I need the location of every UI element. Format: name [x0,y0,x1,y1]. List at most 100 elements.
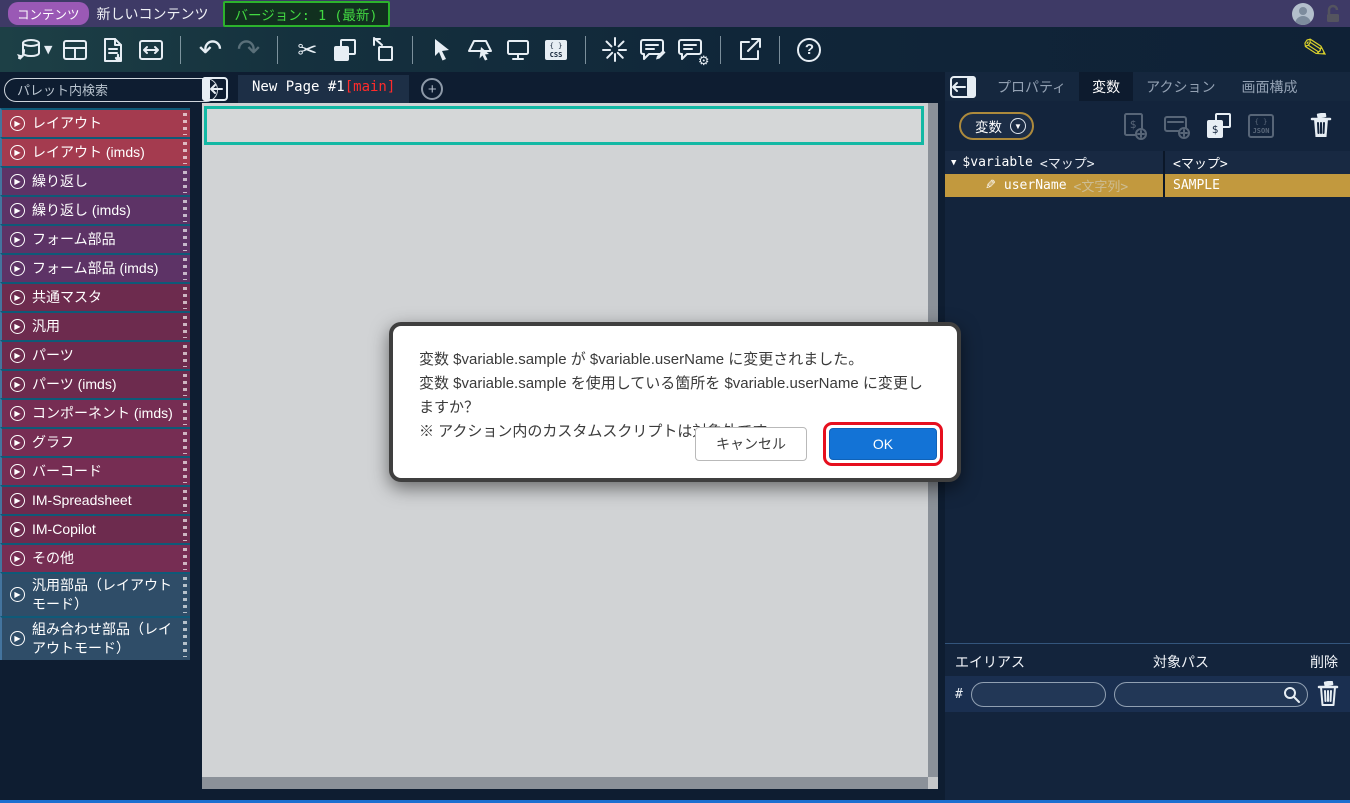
selected-header-element[interactable] [204,106,924,145]
drag-handle[interactable] [183,142,187,164]
css-editor-button[interactable]: { } CSS [537,32,575,68]
tab-properties[interactable]: プロパティ [984,72,1079,101]
palette-category-item[interactable]: ▶ 繰り返し (imds) [0,195,190,224]
variable-root-name: $variable [962,155,1032,170]
resize-width-button[interactable] [132,32,170,68]
edit-variable-pencil-icon[interactable]: ✎ [985,178,996,193]
palette-category-item[interactable]: ▶ 繰り返し [0,166,190,195]
drag-handle[interactable] [183,345,187,367]
drag-handle[interactable] [183,287,187,309]
add-page-button[interactable]: + [421,78,443,100]
palette-category-label: 汎用 [32,317,60,336]
drag-handle[interactable] [183,374,187,396]
paste-button[interactable] [364,32,402,68]
copy-button[interactable] [326,32,364,68]
palette-category-label: 共通マスタ [32,288,102,307]
annotation-highlight-ring: OK [823,422,943,466]
palette-category-item[interactable]: ▶ フォーム部品 (imds) [0,253,190,282]
palette-category-item[interactable]: ▶ レイアウト [0,108,190,137]
palette-category-item[interactable]: ▶ フォーム部品 [0,224,190,253]
export-file-button[interactable] [94,32,132,68]
collapse-panel-icon[interactable] [950,76,976,98]
drag-handle[interactable] [183,200,187,222]
drag-handle[interactable] [183,490,187,512]
drag-handle[interactable] [183,403,187,425]
palette-category-label: 組み合わせ部品（レイアウトモード） [32,620,178,658]
palette-category-item[interactable]: ▶ グラフ [0,427,190,456]
drag-handle[interactable] [183,229,187,251]
drag-handle[interactable] [183,316,187,338]
palette-category-item[interactable]: ▶ その他 [0,543,190,572]
search-icon[interactable] [1283,686,1300,703]
variable-child-value: SAMPLE [1163,174,1350,197]
palette-category-item[interactable]: ▶ レイアウト (imds) [0,137,190,166]
svg-text:$: $ [1130,118,1137,131]
palette-category-item[interactable]: ▶ IM-Copilot [0,514,190,543]
unlock-icon[interactable] [1324,4,1342,24]
palette-search-input[interactable] [4,78,218,102]
palette-category-item[interactable]: ▶ パーツ (imds) [0,369,190,398]
drag-handle[interactable] [183,258,187,280]
palette-category-item[interactable]: ▶ バーコード [0,456,190,485]
comment-edit-button[interactable] [634,32,672,68]
delete-alias-button[interactable] [1316,681,1340,707]
palette-category-item[interactable]: ▶ 汎用 [0,311,190,340]
select-cursor-button[interactable] [423,32,461,68]
delete-variable-button[interactable] [1306,110,1336,142]
alias-input[interactable] [971,682,1106,707]
cut-button[interactable]: ✂ [288,32,326,68]
palette-category-label: フォーム部品 (imds) [32,259,158,278]
drag-handle[interactable] [183,519,187,541]
toolbar-divider [585,36,586,64]
target-path-input[interactable] [1114,682,1308,707]
palette-category-item[interactable]: ▶ 組み合わせ部品（レイアウトモード） [0,616,190,660]
palette-category-item[interactable]: ▶ 共通マスタ [0,282,190,311]
cancel-button[interactable]: キャンセル [695,427,807,461]
preview-monitor-button[interactable] [499,32,537,68]
tab-variables[interactable]: 変数 [1079,72,1133,101]
user-avatar[interactable] [1292,3,1314,25]
canvas-horizontal-scrollbar[interactable] [202,777,928,789]
add-object-button [1162,110,1192,142]
comment-settings-button[interactable]: ⚙ [672,32,710,68]
drag-handle[interactable] [183,548,187,570]
palette-category-item[interactable]: ▶ 汎用部品（レイアウトモード） [0,572,190,616]
palette-category-item[interactable]: ▶ IM-Spreadsheet [0,485,190,514]
palette-category-item[interactable]: ▶ パーツ [0,340,190,369]
drag-handle[interactable] [183,461,187,483]
undo-button[interactable]: ↶ [191,32,229,68]
main-toolbar: ▼ ↶ ↷ ✂ [0,27,1350,72]
collapse-pages-icon[interactable] [202,77,228,101]
tree-expand-caret-icon[interactable]: ▼ [951,158,956,168]
palette-category-label: 繰り返し (imds) [32,201,131,220]
variable-root-row[interactable]: ▼ $variable <マップ> <マップ> [945,151,1350,174]
save-content-button[interactable] [10,32,48,68]
copy-variable-button[interactable]: $ [1204,110,1234,142]
expand-play-icon: ▶ [10,493,25,508]
palette-category-item[interactable]: ▶ コンポーネント (imds) [0,398,190,427]
open-external-button[interactable] [731,32,769,68]
edit-mode-pencil-icon[interactable]: ✎ [1299,30,1331,69]
page-tab[interactable]: New Page #1[main] [238,75,409,103]
palette-category-label: コンポーネント (imds) [32,404,173,423]
layout-settings-button[interactable] [56,32,94,68]
help-button[interactable]: ? [790,32,828,68]
drag-handle[interactable] [183,432,187,454]
variable-scope-dropdown[interactable]: 変数 ▼ [959,112,1034,140]
variable-child-name: userName [1004,178,1067,193]
drag-handle[interactable] [183,171,187,193]
pick-element-button[interactable] [461,32,499,68]
variable-child-row-selected[interactable]: ✎ userName <文字列> SAMPLE [945,174,1350,197]
tab-screen-structure[interactable]: 画面構成 [1228,72,1310,101]
title-bar: コンテンツ 新しいコンテンツ バージョン: 1 (最新) [0,0,1350,27]
right-panel-tabs: プロパティ 変数 アクション 画面構成 [945,72,1350,101]
expand-play-icon: ▶ [10,587,25,602]
tab-actions[interactable]: アクション [1133,72,1228,101]
drag-handle[interactable] [183,577,187,613]
ok-button[interactable]: OK [829,428,937,460]
right-panel: プロパティ 変数 アクション 画面構成 変数 ▼ $ [945,72,1350,800]
app-window: コンテンツ 新しいコンテンツ バージョン: 1 (最新) ▼ [0,0,1350,803]
drag-handle[interactable] [183,113,187,135]
refresh-burst-button[interactable] [596,32,634,68]
drag-handle[interactable] [183,621,187,657]
